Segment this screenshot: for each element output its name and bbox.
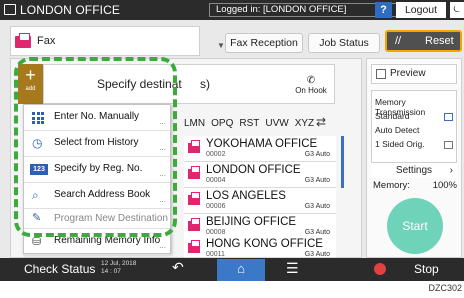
figure-code: DZC302 xyxy=(428,283,462,293)
date-time: 12 Jul, 2018 14 : 07 xyxy=(101,260,136,276)
stop-button[interactable]: Stop xyxy=(414,262,439,276)
on-hook-label: On Hook xyxy=(295,86,327,95)
switch-icon[interactable]: ⇄ xyxy=(316,115,326,129)
fax-icon xyxy=(188,218,200,231)
resolution-icon xyxy=(444,113,453,121)
fax-icon xyxy=(188,140,200,153)
back-icon[interactable]: ↶ xyxy=(172,259,184,276)
destination-name: HONG KONG OFFICE xyxy=(206,238,323,250)
dropdown-arrow-icon: ▼ xyxy=(217,41,225,50)
more-icon: ... xyxy=(159,241,166,250)
memory-label: Memory: xyxy=(373,180,410,191)
reset-button[interactable]: // Reset xyxy=(385,30,462,52)
fax-icon xyxy=(188,240,200,253)
fax-reception-button[interactable]: Fax Reception xyxy=(225,33,303,53)
stop-icon xyxy=(374,263,386,275)
logout-button[interactable]: Logout xyxy=(396,2,446,18)
destination-mode: G3 Auto xyxy=(304,251,330,258)
destination-name: LONDON OFFICE xyxy=(206,164,301,176)
top-bar: LONDON OFFICE Logged in: [LONDON OFFICE]… xyxy=(0,0,464,20)
alpha-tab[interactable]: UVW xyxy=(265,118,288,129)
destination-field-text-end: s) xyxy=(200,77,210,91)
list-scrollbar[interactable] xyxy=(341,136,344,188)
fax-label: Fax xyxy=(37,35,56,47)
destination-row[interactable]: LONDON OFFICE 00004 G3 Auto xyxy=(184,162,336,188)
check-status-button[interactable]: Check Status xyxy=(24,262,95,276)
help-button[interactable]: ? xyxy=(375,2,392,18)
setting-line: 1 Sided Orig. xyxy=(375,139,425,149)
destination-name: YOKOHAMA OFFICE xyxy=(206,138,318,150)
alpha-tab[interactable]: LMN xyxy=(184,118,205,129)
time-text: 14 : 07 xyxy=(101,268,121,275)
preview-checkbox[interactable] xyxy=(376,69,386,79)
start-button[interactable]: Start xyxy=(387,198,443,254)
destination-row[interactable]: YOKOHAMA OFFICE 00002 G3 Auto xyxy=(184,136,336,162)
orientation-icon xyxy=(444,141,453,149)
fax-icon xyxy=(188,166,200,179)
fax-function-select[interactable]: Fax ▼ xyxy=(10,26,225,56)
alpha-tab[interactable]: RST xyxy=(239,118,259,129)
destination-mode: G3 Auto xyxy=(304,229,330,236)
fax-icon xyxy=(188,192,200,205)
home-button[interactable]: ⌂ xyxy=(217,259,265,281)
settings-button[interactable]: Settings › xyxy=(371,162,457,178)
chevron-right-icon: › xyxy=(449,165,453,176)
on-hook-button[interactable]: ✆ On Hook xyxy=(290,75,332,95)
highlight-frame xyxy=(14,57,177,237)
device-home-icon[interactable] xyxy=(4,4,16,15)
bottom-bar: Check Status 12 Jul, 2018 14 : 07 ↶ ⌂ ☰ … xyxy=(0,258,464,281)
home-icon: ⌂ xyxy=(237,261,245,276)
reset-label: Reset xyxy=(425,35,454,47)
job-status-button[interactable]: Job Status xyxy=(308,33,380,53)
destination-mode: G3 Auto xyxy=(304,177,330,184)
screen: LONDON OFFICE Logged in: [LONDON OFFICE]… xyxy=(0,0,464,281)
menu-icon[interactable]: ☰ xyxy=(286,260,299,277)
memory-value: 100% xyxy=(432,180,457,191)
energy-saver-button[interactable]: ⏾ xyxy=(450,2,464,18)
destination-row[interactable]: LOS ANGELES 00006 G3 Auto xyxy=(184,188,336,214)
setting-line: Auto Detect xyxy=(375,125,420,135)
destination-number: 00006 xyxy=(206,203,226,210)
destination-name: BEIJING OFFICE xyxy=(206,216,297,228)
destination-row[interactable]: HONG KONG OFFICE 00011 G3 Auto xyxy=(184,236,336,258)
destination-mode: G3 Auto xyxy=(304,151,330,158)
device-title: LONDON OFFICE xyxy=(20,3,120,17)
date-text: 12 Jul, 2018 xyxy=(101,260,137,267)
destination-number: 00002 xyxy=(206,151,226,158)
destination-number: 00011 xyxy=(206,251,225,258)
fax-icon xyxy=(15,33,31,48)
alpha-tab[interactable]: OPQ xyxy=(211,118,233,129)
setting-line: Standard xyxy=(375,111,410,121)
destination-number: 00008 xyxy=(206,229,226,236)
destination-mode: G3 Auto xyxy=(304,203,330,210)
phone-icon: ✆ xyxy=(306,75,316,86)
preview-label: Preview xyxy=(390,68,426,79)
preview-toggle[interactable]: Preview xyxy=(371,64,457,84)
reset-icon: // xyxy=(395,35,402,47)
alphabet-tabs: LMN OPQ RST UVW XYZ xyxy=(184,118,320,132)
destination-number: 00004 xyxy=(206,177,226,184)
alpha-tab[interactable]: XYZ xyxy=(295,118,314,129)
destination-name: LOS ANGELES xyxy=(206,190,286,202)
settings-label: Settings xyxy=(395,165,433,176)
